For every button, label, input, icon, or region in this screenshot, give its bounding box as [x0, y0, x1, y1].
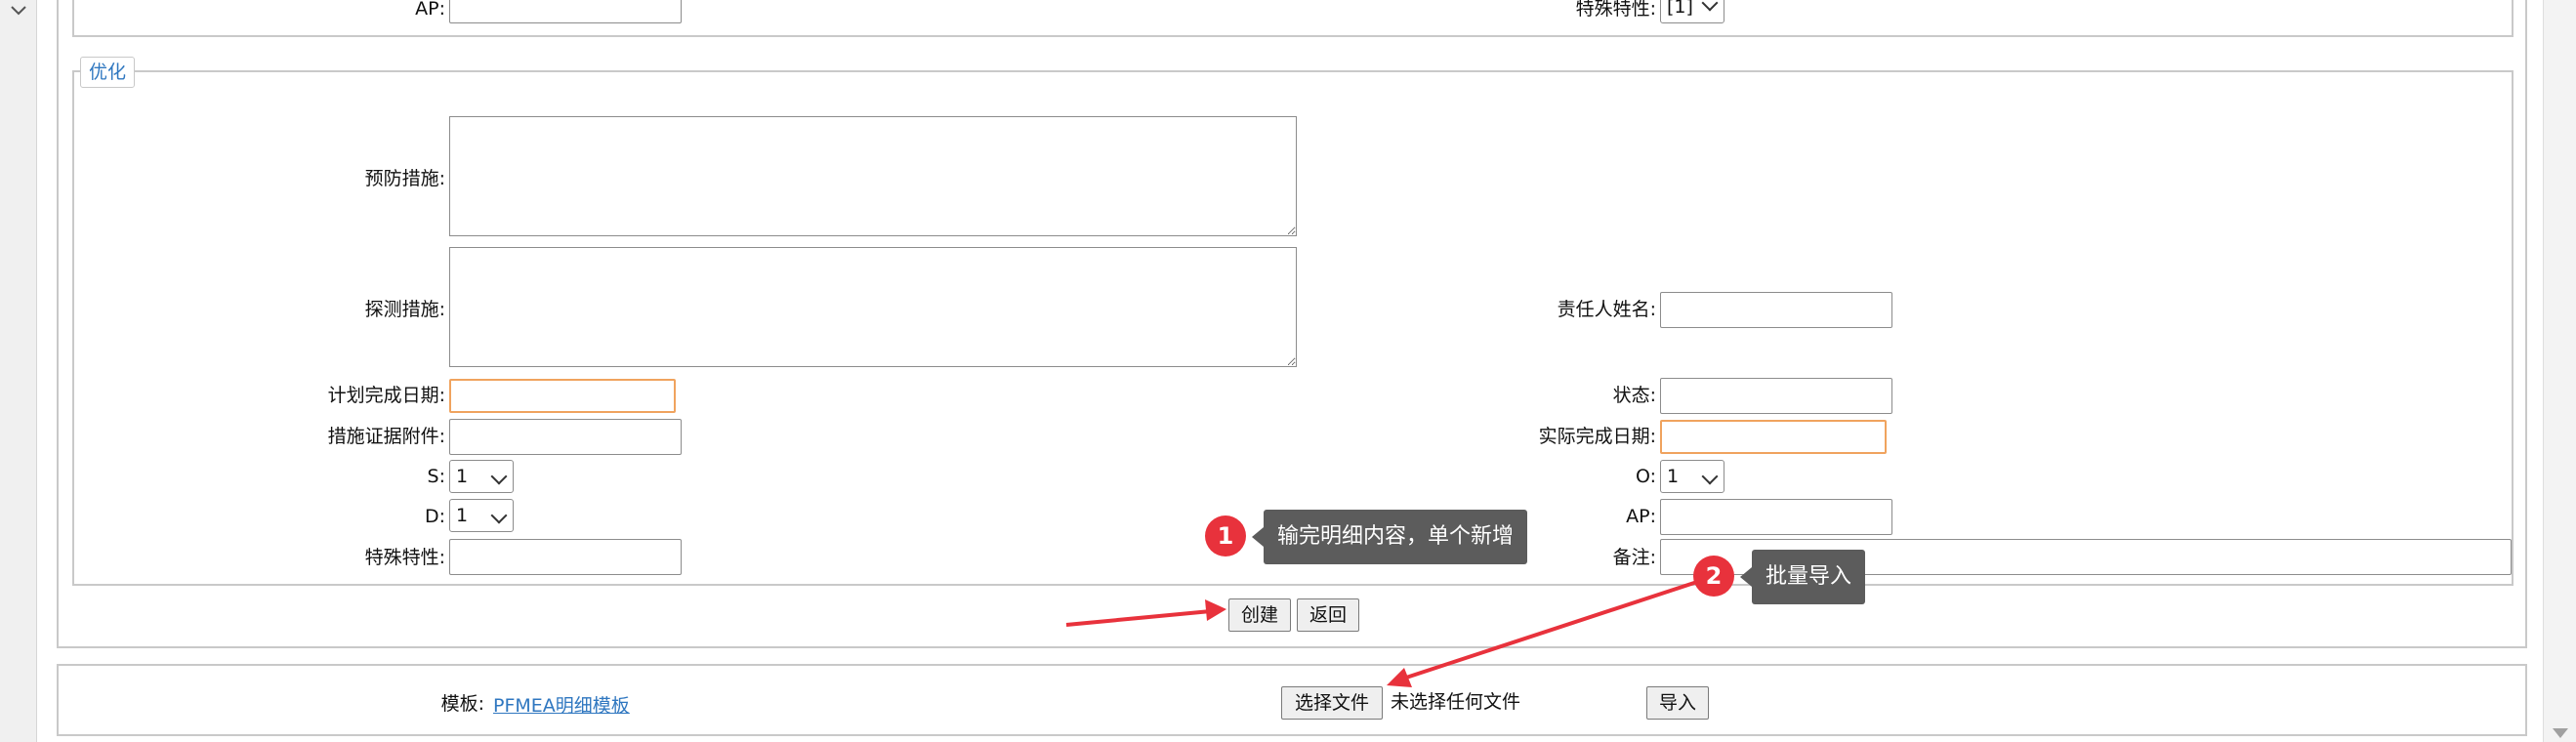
- tooltip-1: 输完明细内容，单个新增: [1264, 510, 1528, 564]
- o-select-value: 1: [1667, 466, 1680, 487]
- no-file-text: 未选择任何文件: [1391, 691, 1521, 713]
- detection-label: 探测措施:: [364, 299, 445, 320]
- evidence-input[interactable]: [449, 419, 682, 455]
- ap-label: AP:: [1626, 506, 1656, 527]
- chevron-down-icon: [490, 507, 508, 524]
- special-select-top[interactable]: [1]: [1660, 0, 1724, 23]
- d-select-value: 1: [456, 505, 469, 526]
- actual-date-input[interactable]: [1660, 420, 1887, 454]
- tooltip-2: 批量导入: [1752, 550, 1866, 604]
- o-label: O:: [1635, 466, 1656, 487]
- ap-label-top: AP:: [415, 0, 445, 20]
- plan-date-label: 计划完成日期:: [327, 385, 445, 406]
- template-label: 模板:: [440, 693, 484, 715]
- d-select[interactable]: 1: [449, 499, 514, 532]
- actual-date-label: 实际完成日期:: [1538, 426, 1656, 447]
- ap-input-top[interactable]: [449, 0, 682, 23]
- status-input[interactable]: [1660, 378, 1892, 414]
- evidence-label: 措施证据附件:: [327, 426, 445, 447]
- step-2-badge: 2: [1693, 556, 1734, 597]
- scroll-down-icon[interactable]: [2553, 728, 2568, 738]
- tooltip-2-pointer: [1740, 567, 1752, 587]
- owner-input[interactable]: [1660, 292, 1892, 328]
- step-1-badge: 1: [1205, 515, 1246, 556]
- special-label: 特殊特性:: [364, 547, 445, 568]
- prevention-textarea[interactable]: [449, 116, 1297, 236]
- special-select-top-value: [1]: [1667, 0, 1693, 18]
- ap-input[interactable]: [1660, 499, 1892, 535]
- chevron-down-icon: [1701, 0, 1719, 12]
- import-button[interactable]: 导入: [1646, 686, 1709, 720]
- remark-label: 备注:: [1612, 547, 1656, 568]
- special-input[interactable]: [449, 539, 682, 575]
- detection-textarea[interactable]: [449, 247, 1297, 367]
- vertical-scrollbar[interactable]: [2543, 0, 2576, 742]
- chevron-down-icon: [490, 468, 508, 485]
- template-link[interactable]: PFMEA明细模板: [493, 691, 630, 718]
- s-select-value: 1: [456, 466, 469, 487]
- d-label: D:: [424, 506, 445, 527]
- prevention-label: 预防措施:: [364, 168, 445, 189]
- create-button[interactable]: 创建: [1228, 598, 1291, 632]
- chevron-down-icon: [1701, 468, 1719, 485]
- plan-date-input[interactable]: [449, 379, 676, 413]
- o-select[interactable]: 1: [1660, 460, 1724, 493]
- tooltip-1-pointer: [1252, 527, 1264, 547]
- s-select[interactable]: 1: [449, 460, 514, 493]
- left-rail: [0, 0, 37, 742]
- back-button[interactable]: 返回: [1297, 598, 1359, 632]
- s-label: S:: [427, 466, 445, 487]
- optimize-legend: 优化: [80, 57, 136, 88]
- choose-file-button[interactable]: 选择文件: [1281, 686, 1383, 720]
- status-label: 状态:: [1612, 385, 1656, 406]
- special-label-top: 特殊特性:: [1575, 0, 1656, 20]
- owner-label: 责任人姓名:: [1557, 299, 1656, 320]
- chevron-down-icon[interactable]: [8, 2, 29, 20]
